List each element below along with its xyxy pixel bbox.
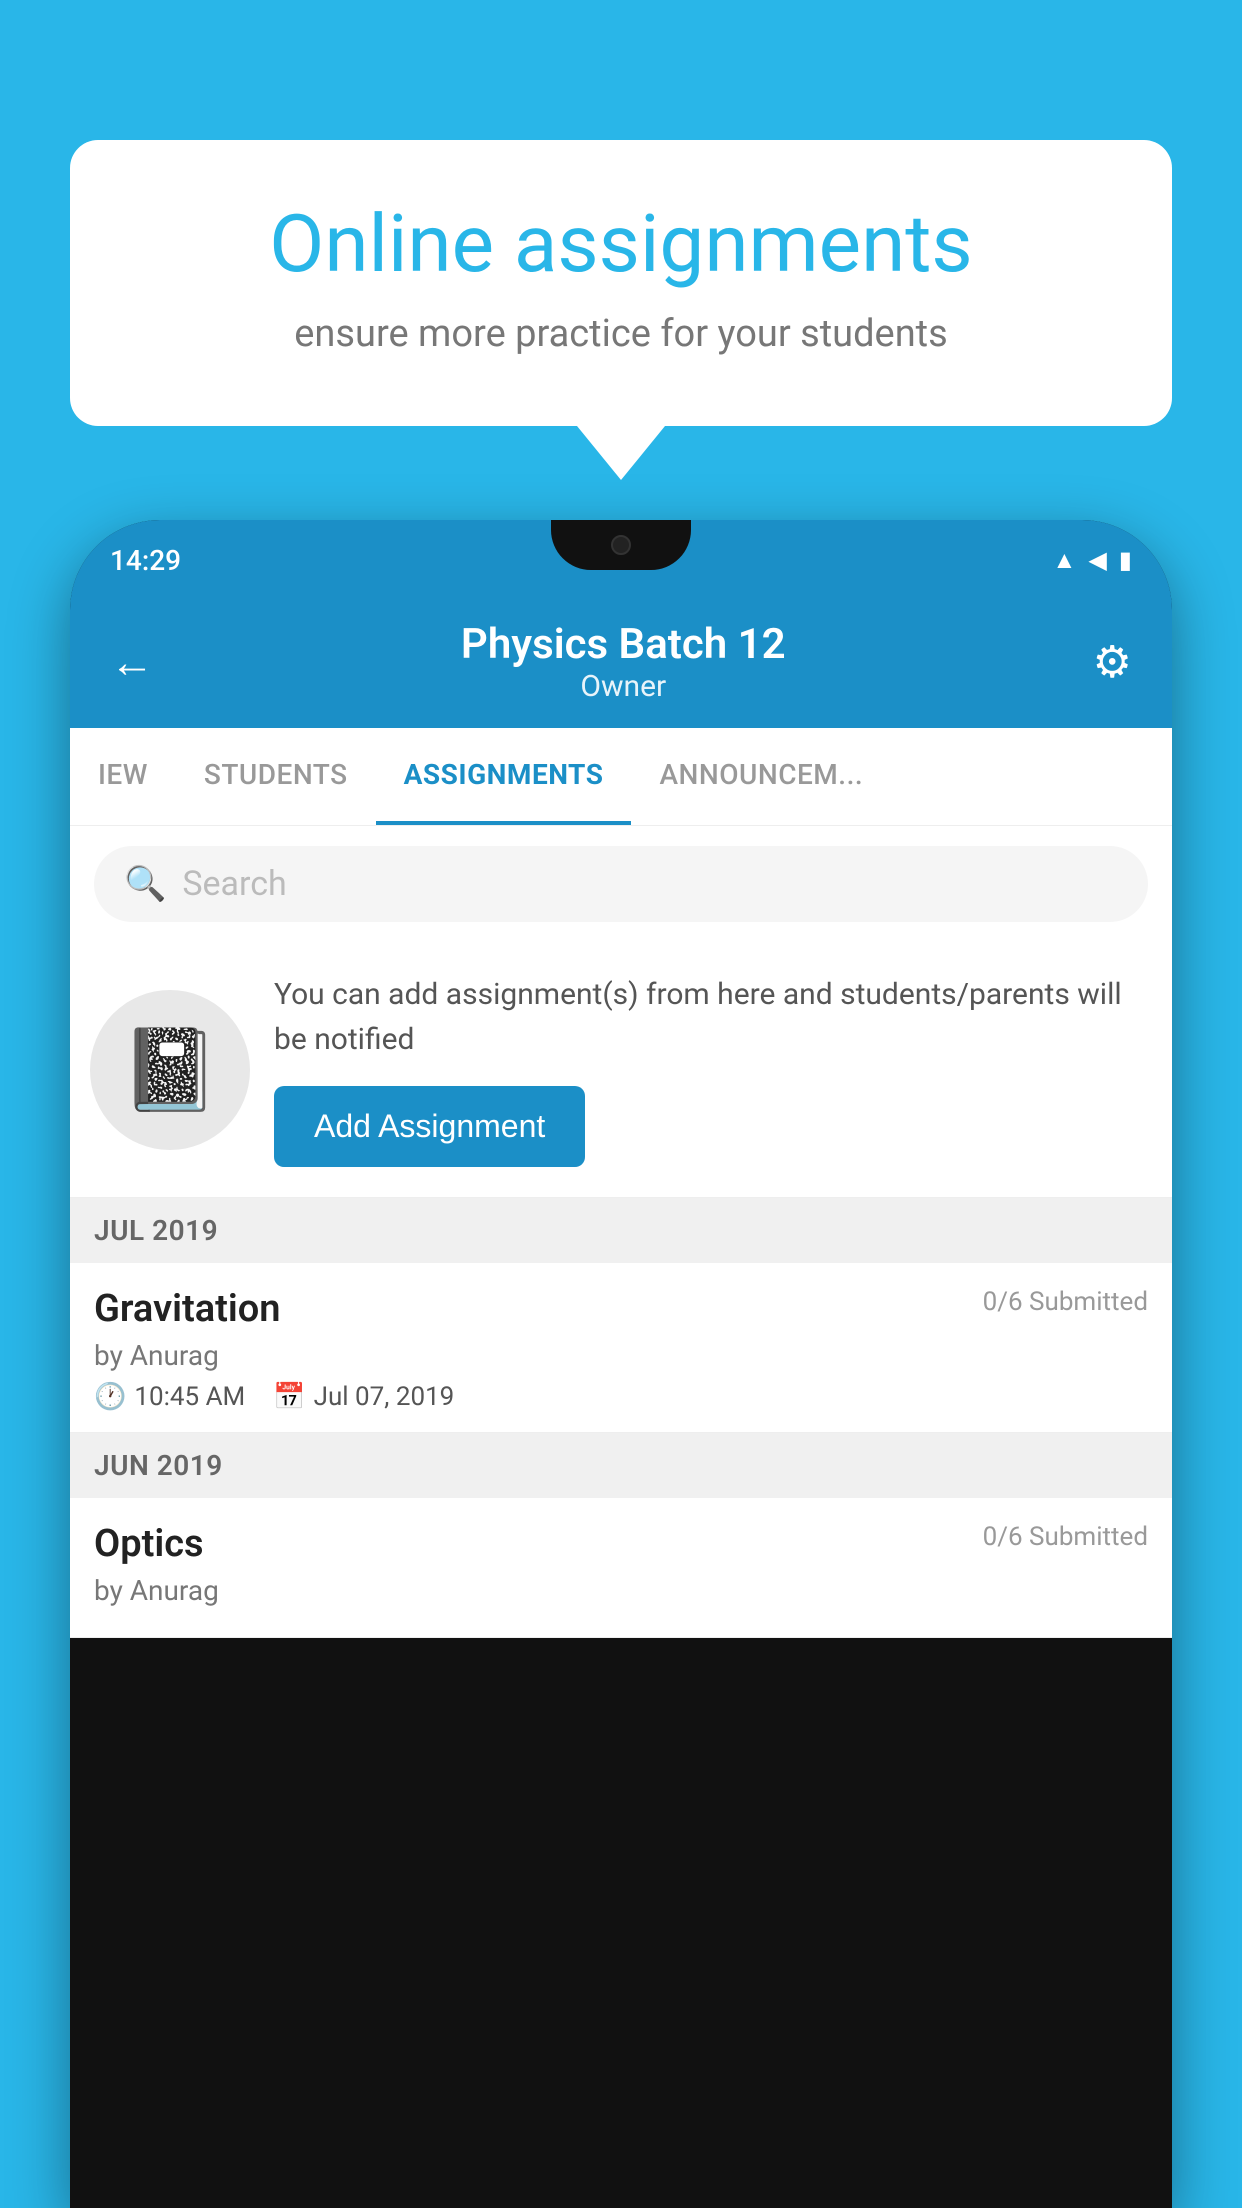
assignment-header: Gravitation 0/6 Submitted — [94, 1287, 1148, 1331]
wifi-icon: ▲ — [1053, 546, 1077, 575]
assignment-header-optics: Optics 0/6 Submitted — [94, 1522, 1148, 1566]
assignment-by-optics: by Anurag — [94, 1574, 1148, 1607]
add-assignment-button[interactable]: Add Assignment — [274, 1086, 585, 1167]
status-time: 14:29 — [110, 544, 181, 577]
assignment-meta: 🕐 10:45 AM 📅 Jul 07, 2019 — [94, 1382, 1148, 1412]
tab-assignments[interactable]: ASSIGNMENTS — [376, 728, 632, 825]
tab-iew[interactable]: IEW — [70, 728, 176, 825]
assignment-time: 10:45 AM — [134, 1382, 245, 1412]
back-button[interactable]: ← — [110, 636, 154, 688]
search-icon: 🔍 — [124, 864, 166, 904]
tabs-bar: IEW STUDENTS ASSIGNMENTS ANNOUNCEM... — [70, 728, 1172, 826]
assignment-submitted: 0/6 Submitted — [983, 1287, 1148, 1317]
assignment-name-optics: Optics — [94, 1522, 204, 1566]
tab-announcements[interactable]: ANNOUNCEM... — [631, 728, 891, 825]
app-header: ← Physics Batch 12 Owner ⚙ — [70, 600, 1172, 728]
status-bar: 14:29 ▲ ◀ ▮ — [70, 520, 1172, 600]
tab-students[interactable]: STUDENTS — [176, 728, 376, 825]
battery-icon: ▮ — [1119, 546, 1132, 574]
speech-bubble-title: Online assignments — [140, 200, 1102, 288]
status-icons: ▲ ◀ ▮ — [1053, 546, 1132, 575]
clock-icon: 🕐 — [94, 1382, 126, 1412]
phone-frame: 14:29 ▲ ◀ ▮ ← Physics Batch 12 Owner ⚙ I… — [70, 520, 1172, 2208]
month-separator-jul: JUL 2019 — [70, 1198, 1172, 1263]
promo-section: 📓 You can add assignment(s) from here an… — [70, 942, 1172, 1198]
assignment-time-item: 🕐 10:45 AM — [94, 1382, 245, 1412]
month-separator-jun: JUN 2019 — [70, 1433, 1172, 1498]
promo-icon-circle: 📓 — [90, 990, 250, 1150]
search-placeholder: Search — [182, 864, 286, 904]
calendar-icon: 📅 — [273, 1382, 305, 1412]
assignment-by: by Anurag — [94, 1339, 1148, 1372]
assignment-item-optics[interactable]: Optics 0/6 Submitted by Anurag — [70, 1498, 1172, 1638]
assignment-date: Jul 07, 2019 — [314, 1382, 455, 1412]
search-bar[interactable]: 🔍 Search — [94, 846, 1148, 922]
promo-description: You can add assignment(s) from here and … — [274, 972, 1148, 1062]
header-subtitle: Owner — [461, 669, 786, 704]
assignment-submitted-optics: 0/6 Submitted — [983, 1522, 1148, 1552]
settings-icon[interactable]: ⚙ — [1093, 636, 1132, 688]
notch — [551, 520, 691, 570]
camera-dot — [611, 535, 631, 555]
assignment-item-gravitation[interactable]: Gravitation 0/6 Submitted by Anurag 🕐 10… — [70, 1263, 1172, 1433]
header-title-area: Physics Batch 12 Owner — [461, 620, 786, 704]
search-bar-container: 🔍 Search — [70, 826, 1172, 942]
speech-bubble-container: Online assignments ensure more practice … — [70, 140, 1172, 426]
notebook-icon: 📓 — [120, 1023, 220, 1117]
assignment-name: Gravitation — [94, 1287, 281, 1331]
screen-content: 🔍 Search 📓 You can add assignment(s) fro… — [70, 826, 1172, 1638]
header-title: Physics Batch 12 — [461, 620, 786, 669]
speech-bubble: Online assignments ensure more practice … — [70, 140, 1172, 426]
promo-text-area: You can add assignment(s) from here and … — [274, 972, 1148, 1167]
assignment-date-item: 📅 Jul 07, 2019 — [273, 1382, 454, 1412]
signal-icon: ◀ — [1088, 546, 1106, 574]
speech-bubble-subtitle: ensure more practice for your students — [140, 312, 1102, 356]
